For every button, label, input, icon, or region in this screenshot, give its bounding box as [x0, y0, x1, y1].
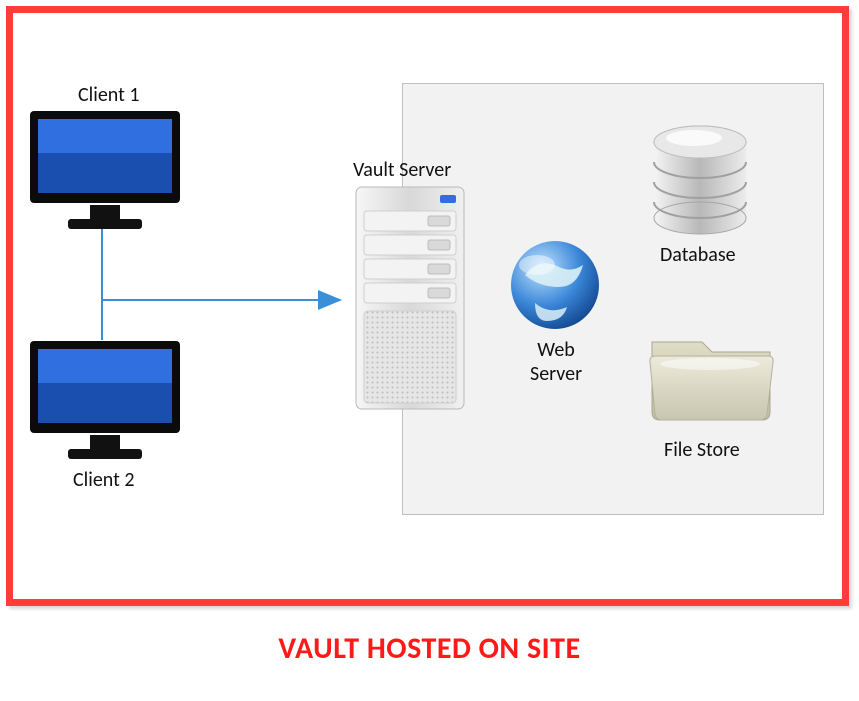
- web-server-label-line2: Server: [530, 362, 582, 386]
- database-icon: [640, 120, 760, 240]
- client1-label: Client 1: [78, 83, 139, 107]
- server-rack-icon: [350, 185, 470, 415]
- database-label: Database: [660, 243, 736, 267]
- monitor-icon: [20, 105, 190, 235]
- client2-label: Client 2: [73, 468, 134, 492]
- web-server-label-line1: Web: [537, 338, 575, 362]
- folder-icon: [640, 320, 780, 430]
- file-store-label: File Store: [664, 438, 740, 462]
- globe-icon: [505, 235, 605, 335]
- vault-server-label: Vault Server: [353, 158, 451, 182]
- diagram-caption: VAULT HOSTED ON SITE: [0, 630, 859, 667]
- monitor-icon: [20, 335, 190, 465]
- diagram-stage: Client 1 Client 2 Vault Server: [0, 0, 859, 701]
